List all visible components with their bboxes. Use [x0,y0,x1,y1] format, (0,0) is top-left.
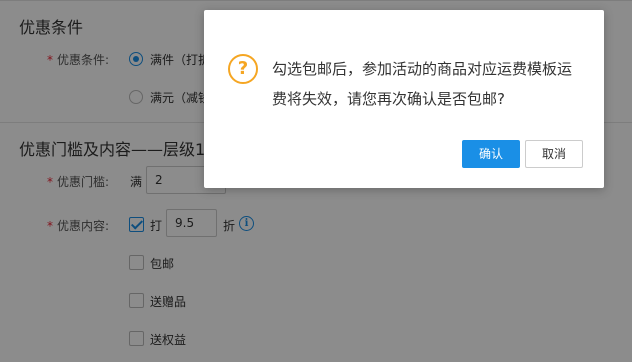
cancel-button[interactable]: 取消 [525,140,583,168]
confirm-dialog: ? 勾选包邮后，参加活动的商品对应运费模板运费将失效，请您再次确认是否包邮? 确… [204,10,604,188]
question-icon: ? [228,54,258,84]
confirm-button[interactable]: 确认 [462,140,520,168]
dialog-message: 勾选包邮后，参加活动的商品对应运费模板运费将失效，请您再次确认是否包邮? [272,60,573,108]
